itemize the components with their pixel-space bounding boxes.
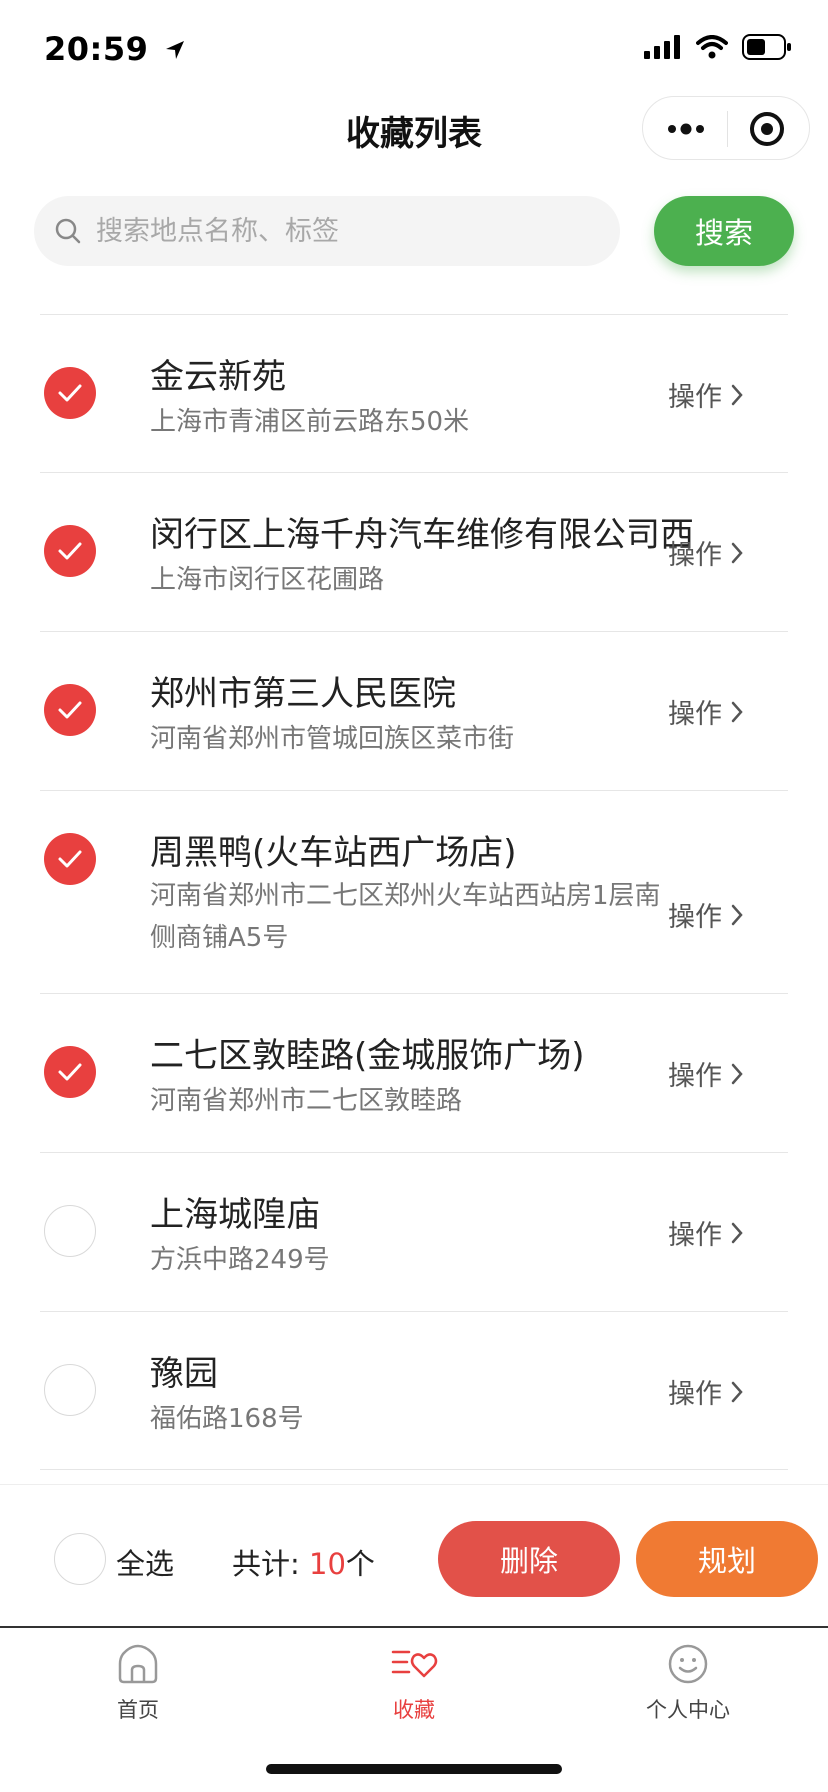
- operate-link[interactable]: 操作: [668, 692, 744, 731]
- place-name: 二七区敦睦路(金城服饰广场): [150, 1036, 585, 1076]
- location-arrow-icon: [166, 41, 184, 59]
- place-name: 金云新苑: [150, 357, 286, 397]
- search-button[interactable]: 搜索: [654, 196, 794, 266]
- operate-link[interactable]: 操作: [668, 1054, 744, 1093]
- action-bar: 全选 共计: 10个 删除 规划: [0, 1484, 828, 1626]
- list-item[interactable]: 上海城隍庙 方浜中路249号 操作: [40, 1152, 788, 1311]
- item-checkbox[interactable]: [44, 1364, 96, 1416]
- total-suffix: 个: [345, 1547, 375, 1581]
- search-bar: [34, 196, 620, 266]
- place-name: 上海城隍庙: [150, 1195, 320, 1235]
- select-all-checkbox[interactable]: [54, 1533, 106, 1585]
- operate-label: 操作: [668, 699, 722, 730]
- chevron-right-icon: [731, 701, 743, 722]
- tab-favorites-label: 收藏: [393, 1698, 435, 1722]
- total-number: 10: [309, 1547, 346, 1581]
- more-icon[interactable]: [663, 111, 709, 147]
- list-item[interactable]: 周黑鸭(火车站西广场店) 河南省郑州市二七区郑州火车站西站房1层南侧商铺A5号 …: [40, 790, 788, 993]
- operate-link[interactable]: 操作: [668, 895, 744, 934]
- checkmark-icon: [58, 850, 82, 868]
- operate-label: 操作: [668, 902, 722, 933]
- item-checkbox[interactable]: [44, 367, 96, 419]
- tab-favorites[interactable]: 收藏: [324, 1642, 504, 1724]
- chevron-right-icon: [731, 1381, 743, 1402]
- chevron-right-icon: [731, 384, 743, 405]
- close-miniprogram-icon[interactable]: [747, 111, 787, 147]
- item-checkbox[interactable]: [44, 1205, 96, 1257]
- profile-icon: [668, 1644, 708, 1684]
- tab-home-label: 首页: [117, 1698, 159, 1722]
- item-checkbox[interactable]: [44, 833, 96, 885]
- status-time: 20:59: [44, 30, 186, 68]
- tab-profile[interactable]: 个人中心: [598, 1642, 778, 1724]
- checkmark-icon: [58, 384, 82, 402]
- checkmark-icon: [58, 542, 82, 560]
- operate-label: 操作: [668, 1220, 722, 1251]
- battery-icon: [742, 34, 791, 60]
- checkmark-icon: [58, 1063, 82, 1081]
- status-time-text: 20:59: [44, 30, 149, 68]
- select-all-label[interactable]: 全选: [116, 1541, 174, 1583]
- operate-link[interactable]: 操作: [668, 1372, 744, 1411]
- place-address: 河南省郑州市二七区郑州火车站西站房1层南侧商铺A5号: [150, 881, 661, 953]
- tab-home[interactable]: 首页: [48, 1642, 228, 1724]
- operate-link[interactable]: 操作: [668, 375, 744, 414]
- search-icon: [55, 218, 81, 244]
- capsule-divider: [727, 111, 728, 147]
- operate-link[interactable]: 操作: [668, 1213, 744, 1252]
- search-input[interactable]: [94, 214, 598, 248]
- item-checkbox[interactable]: [44, 1046, 96, 1098]
- home-icon: [118, 1644, 158, 1684]
- list-item[interactable]: 闵行区上海千舟汽车维修有限公司西 上海市闵行区花圃路 操作: [40, 472, 788, 631]
- chevron-right-icon: [731, 1222, 743, 1243]
- total-count: 共计: 10个: [232, 1541, 375, 1583]
- place-name: 豫园: [150, 1354, 218, 1394]
- checkmark-icon: [58, 701, 82, 719]
- plan-button[interactable]: 规划: [636, 1521, 818, 1597]
- chevron-right-icon: [731, 1063, 743, 1084]
- favorites-list: 金云新苑 上海市青浦区前云路东50米 操作 闵行区上海千舟汽车维修有限公司西 上…: [40, 314, 788, 1470]
- delete-button[interactable]: 删除: [438, 1521, 620, 1597]
- list-item[interactable]: 金云新苑 上海市青浦区前云路东50米 操作: [40, 314, 788, 472]
- operate-label: 操作: [668, 1061, 722, 1092]
- operate-label: 操作: [668, 1379, 722, 1410]
- favorites-icon: [391, 1650, 438, 1678]
- operate-label: 操作: [668, 540, 722, 571]
- miniprogram-capsule: [642, 96, 810, 160]
- tab-profile-label: 个人中心: [646, 1698, 730, 1722]
- home-indicator: [266, 1764, 562, 1774]
- wifi-icon: [696, 35, 728, 59]
- list-item[interactable]: 二七区敦睦路(金城服饰广场) 河南省郑州市二七区敦睦路 操作: [40, 993, 788, 1152]
- operate-label: 操作: [668, 382, 722, 413]
- list-item[interactable]: 豫园 福佑路168号 操作: [40, 1311, 788, 1470]
- status-icons: [644, 34, 792, 60]
- item-checkbox[interactable]: [44, 525, 96, 577]
- total-prefix: 共计:: [232, 1547, 309, 1581]
- item-checkbox[interactable]: [44, 684, 96, 736]
- signal-icon: [644, 35, 680, 59]
- list-item[interactable]: 郑州市第三人民医院 河南省郑州市管城回族区菜市街 操作: [40, 631, 788, 790]
- operate-link[interactable]: 操作: [668, 533, 744, 572]
- chevron-right-icon: [731, 542, 743, 563]
- place-name: 郑州市第三人民医院: [150, 674, 456, 714]
- chevron-right-icon: [731, 904, 743, 925]
- place-name: 闵行区上海千舟汽车维修有限公司西: [150, 515, 694, 555]
- place-name: 周黑鸭(火车站西广场店): [150, 833, 517, 873]
